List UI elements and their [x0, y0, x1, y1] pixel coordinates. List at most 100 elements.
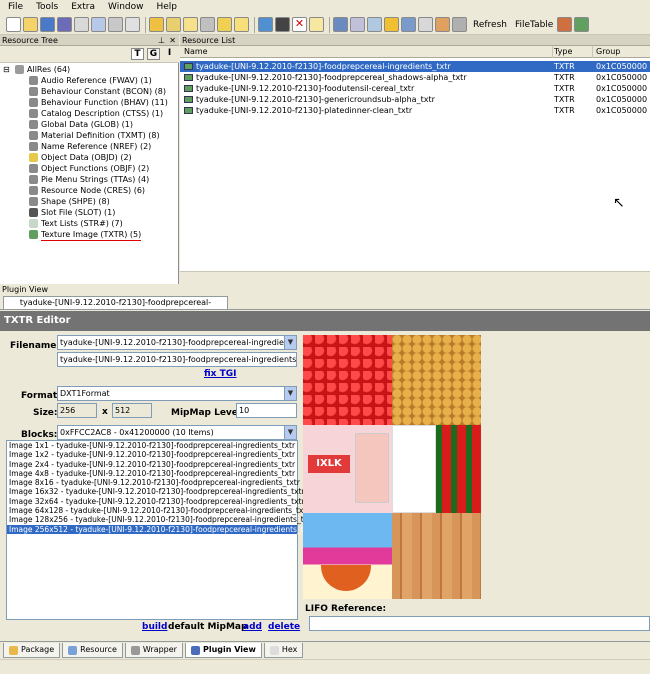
tree-type-button[interactable]: T: [131, 48, 144, 60]
tree-items: Audio Reference (FWAV) (1) Behaviour Cons…: [3, 75, 179, 241]
image-list[interactable]: Image 1x1 - tyaduke-[UNI-9.12.2010-f2130…: [6, 440, 314, 620]
tree-item[interactable]: Object Data (OBJD) (2): [29, 152, 179, 163]
close-icon[interactable]: [74, 17, 89, 32]
image-list-item[interactable]: Image 8x16 - tyaduke-[UNI-9.12.2010-f213…: [7, 478, 300, 487]
menu-tools[interactable]: Tools: [28, 0, 63, 12]
filetable-button[interactable]: FileTable: [515, 20, 553, 30]
tree-item[interactable]: Audio Reference (FWAV) (1): [29, 75, 179, 86]
filename-field[interactable]: tyaduke-[UNI-9.12.2010-f2130]-foodprepce…: [57, 352, 297, 367]
image-list-item[interactable]: Image 1x1 - tyaduke-[UNI-9.12.2010-f2130…: [7, 441, 297, 450]
note-icon[interactable]: [217, 17, 232, 32]
tree-item[interactable]: Global Data (GLOB) (1): [29, 119, 179, 130]
tree-item[interactable]: Object Functions (OBJF) (2): [29, 163, 179, 174]
menu-file[interactable]: File: [0, 0, 28, 12]
build-link[interactable]: build: [142, 622, 167, 632]
bottom-tab-package[interactable]: Package: [3, 643, 61, 658]
bottom-tab-hex[interactable]: Hex: [263, 643, 304, 658]
tree-item[interactable]: Text Lists (STR#) (7): [29, 218, 179, 229]
tree-instance-button[interactable]: I: [163, 48, 176, 60]
tree-icon[interactable]: [574, 17, 590, 32]
image-list-item[interactable]: Image 1x2 - tyaduke-[UNI-9.12.2010-f2130…: [7, 450, 297, 459]
tree-item[interactable]: Catalog Description (CTSS) (1): [29, 108, 179, 119]
tree-item[interactable]: Resource Node (CRES) (6): [29, 185, 179, 196]
bookmark-icon[interactable]: [183, 17, 198, 32]
image-list-item[interactable]: Image 4x8 - tyaduke-[UNI-9.12.2010-f2130…: [7, 469, 297, 478]
image-list-item[interactable]: Image 64x128 - tyaduke-[UNI-9.12.2010-f2…: [7, 506, 309, 515]
tree-item[interactable]: Name Reference (NREF) (2): [29, 141, 179, 152]
package-icon[interactable]: [166, 17, 181, 32]
height-field[interactable]: 512: [112, 403, 152, 418]
mipmap-level-field[interactable]: 10: [236, 403, 297, 418]
open-folder-icon[interactable]: [23, 17, 38, 32]
lifo-reference-field[interactable]: [309, 616, 650, 631]
bottom-tab-plugin-view[interactable]: Plugin View: [184, 643, 262, 658]
tool-icon[interactable]: [108, 17, 123, 32]
column-group[interactable]: Group: [596, 47, 620, 56]
image-list-item[interactable]: Image 256x512 - tyaduke-[UNI-9.12.2010-f…: [7, 524, 314, 534]
tree-item[interactable]: Material Definition (TXMT) (8): [29, 130, 179, 141]
collapse-icon[interactable]: ⊟: [3, 64, 12, 75]
table-row[interactable]: tyaduke-[UNI-9.12.2010-f2130]-foodprepce…: [180, 61, 650, 72]
filename-dropdown[interactable]: tyaduke-[UNI-9.12.2010-f2130]-foodprepce…: [57, 335, 297, 350]
properties-icon[interactable]: [91, 17, 106, 32]
compare-icon[interactable]: [367, 17, 382, 32]
bottom-tab-wrapper[interactable]: Wrapper: [124, 643, 183, 658]
image-list-item[interactable]: Image 32x64 - tyaduke-[UNI-9.12.2010-f21…: [7, 497, 305, 506]
hammer-icon[interactable]: [435, 17, 450, 32]
width-field[interactable]: 256: [57, 403, 97, 418]
table-row[interactable]: tyaduke-[UNI-9.12.2010-f2130]-foodutensi…: [180, 83, 650, 94]
delete-icon[interactable]: ✕: [292, 17, 307, 32]
column-name[interactable]: Name: [184, 47, 208, 56]
chevron-down-icon[interactable]: ▼: [284, 426, 296, 439]
table-row[interactable]: tyaduke-[UNI-9.12.2010-f2130]-genericrou…: [180, 94, 650, 105]
fix-tgi-link[interactable]: fix TGI: [204, 369, 236, 379]
plugin-icon[interactable]: [200, 17, 215, 32]
table-row[interactable]: tyaduke-[UNI-9.12.2010-f2130]-platedinne…: [180, 105, 650, 116]
delete-link[interactable]: delete: [268, 622, 300, 632]
tree-root[interactable]: ⊟ AllRes (64): [3, 64, 179, 75]
tree-item[interactable]: Behaviour Function (BHAV) (11): [29, 97, 179, 108]
tree-item[interactable]: Pie Menu Strings (TTAs) (4): [29, 174, 179, 185]
save-as-icon[interactable]: [57, 17, 72, 32]
comment-icon[interactable]: [234, 17, 249, 32]
save-icon[interactable]: [40, 17, 55, 32]
person-icon[interactable]: [275, 17, 290, 32]
new-file-icon[interactable]: [6, 17, 21, 32]
settings-icon[interactable]: [452, 17, 467, 32]
pin-icon[interactable]: ⊥: [158, 35, 165, 46]
wrench-icon[interactable]: [149, 17, 164, 32]
tree-item[interactable]: Slot File (SLOT) (1): [29, 207, 179, 218]
tag-icon[interactable]: [309, 17, 324, 32]
blocks-dropdown[interactable]: 0xFFCC2AC8 - 0x41200000 (10 Items) ▼: [57, 425, 297, 440]
format-dropdown[interactable]: DXT1Format ▼: [57, 386, 297, 401]
refresh-button[interactable]: Refresh: [473, 20, 507, 30]
tree-group-button[interactable]: G: [147, 48, 160, 60]
chevron-down-icon[interactable]: ▼: [284, 336, 296, 349]
people-icon[interactable]: [557, 17, 573, 32]
image-list-item[interactable]: Image 128x256 - tyaduke-[UNI-9.12.2010-f…: [7, 515, 314, 524]
tree-item[interactable]: Behaviour Constant (BCON) (8): [29, 86, 179, 97]
plugin-document-tab[interactable]: tyaduke-[UNI-9.12.2010-f2130]-foodprepce…: [3, 296, 228, 319]
tree-item[interactable]: Texture Image (TXTR) (5): [29, 229, 179, 241]
chevron-down-icon[interactable]: ▼: [284, 387, 296, 400]
bottom-tab-resource[interactable]: Resource: [62, 643, 123, 658]
document-icon[interactable]: [125, 17, 140, 32]
image-list-item[interactable]: Image 2x4 - tyaduke-[UNI-9.12.2010-f2130…: [7, 460, 297, 469]
add-link[interactable]: add: [243, 622, 262, 632]
column-type[interactable]: Type: [554, 47, 572, 56]
export-icon[interactable]: [350, 17, 365, 32]
image-list-item[interactable]: Image 16x32 - tyaduke-[UNI-9.12.2010-f21…: [7, 487, 305, 496]
horizontal-scrollbar[interactable]: [180, 271, 650, 284]
remove-icon[interactable]: [418, 17, 433, 32]
menu-extra[interactable]: Extra: [63, 0, 100, 12]
menu-help[interactable]: Help: [149, 0, 183, 12]
refresh-icon[interactable]: [258, 17, 273, 32]
image-icon: [184, 63, 193, 70]
tree-item[interactable]: Shape (SHPE) (8): [29, 196, 179, 207]
lock-icon[interactable]: [333, 17, 348, 32]
star-icon[interactable]: [384, 17, 399, 32]
menu-window[interactable]: Window: [100, 0, 149, 12]
import-icon[interactable]: [401, 17, 416, 32]
table-row[interactable]: tyaduke-[UNI-9.12.2010-f2130]-foodprepce…: [180, 72, 650, 83]
close-panel-icon[interactable]: ✕: [169, 35, 176, 46]
